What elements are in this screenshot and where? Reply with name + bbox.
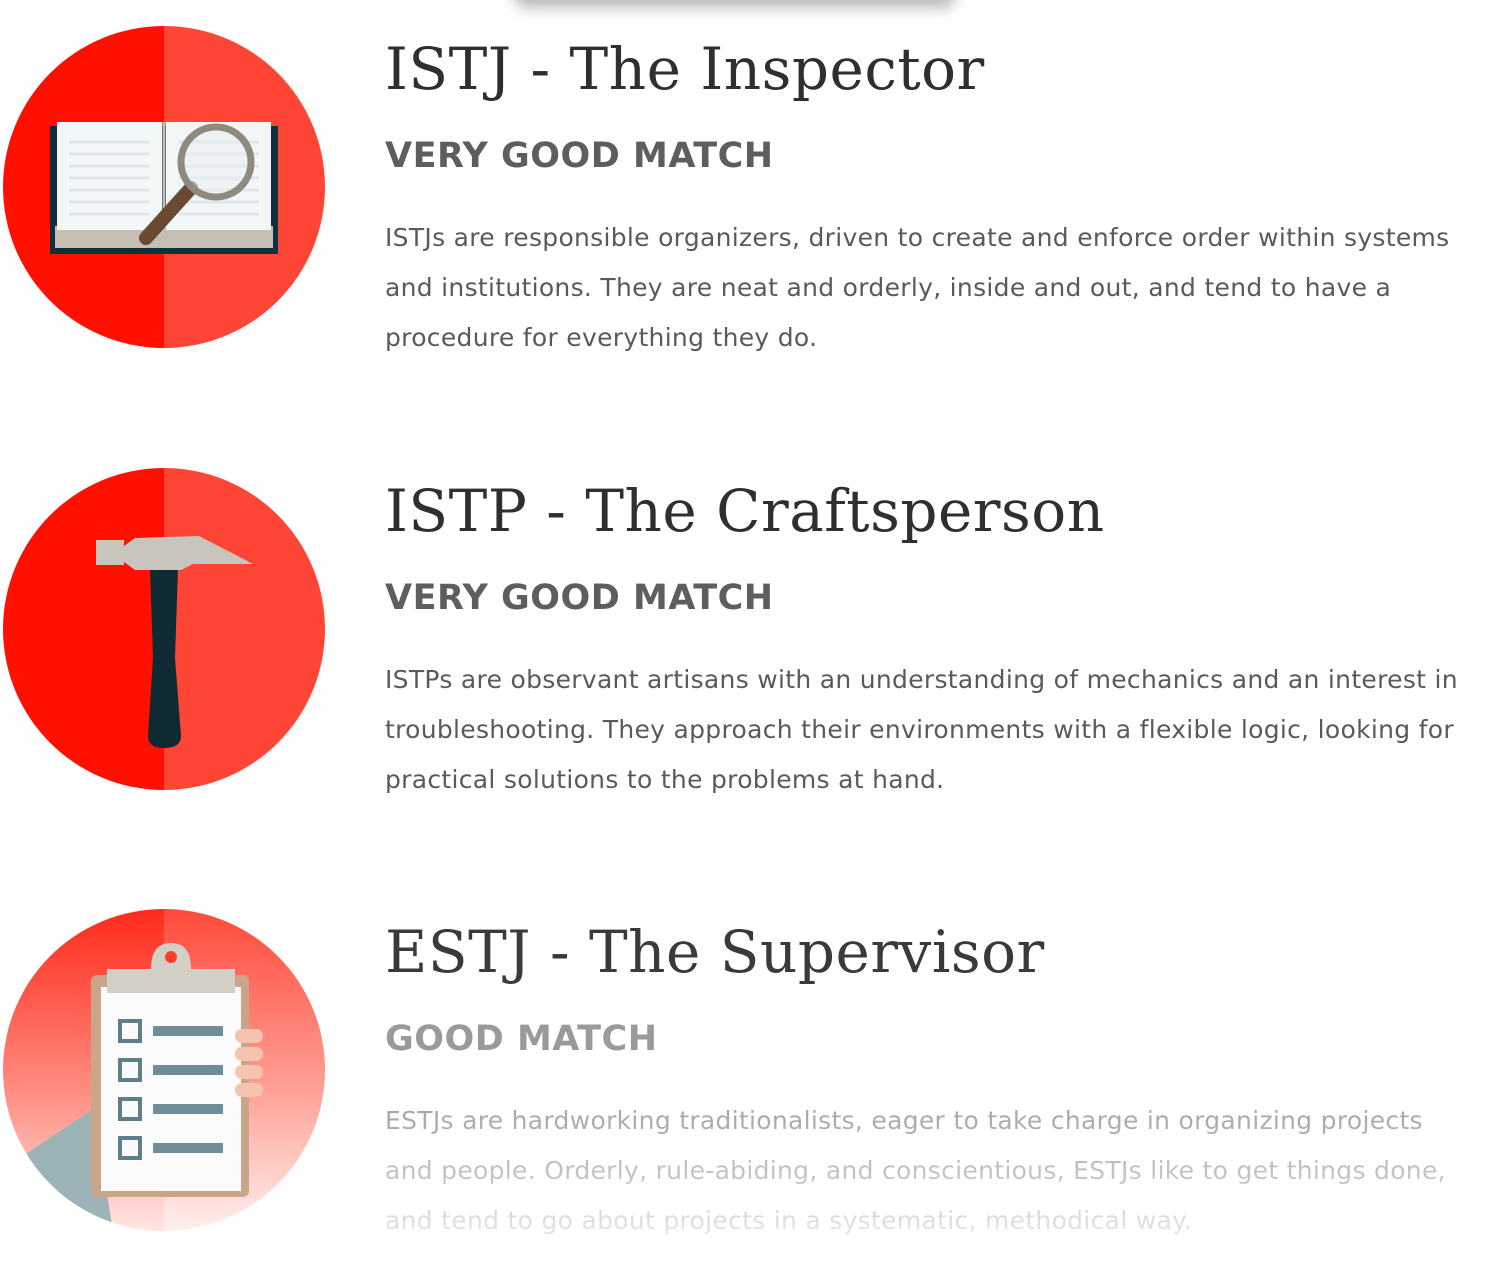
match-level: VERY GOOD MATCH	[385, 136, 774, 176]
personality-card-istj: ISTJ - The Inspector VERY GOOD MATCH IST…	[0, 26, 1504, 386]
personality-description: ISTJs are responsible organizers, driven…	[385, 223, 1450, 352]
hammer-icon	[3, 468, 325, 790]
personality-card-istp: ISTP - The Craftsperson VERY GOOD MATCH …	[0, 468, 1504, 828]
personality-description: ESTJs are hardworking traditionalists, e…	[385, 1096, 1475, 1246]
personality-title: ISTJ - The Inspector	[385, 35, 985, 103]
match-level: VERY GOOD MATCH	[385, 578, 774, 618]
book-magnifier-icon	[3, 26, 325, 348]
personality-card-estj: ESTJ - The Supervisor GOOD MATCH ESTJs a…	[0, 909, 1504, 1269]
clipboard-checklist-icon	[3, 909, 325, 1231]
personality-description: ISTPs are observant artisans with an und…	[385, 665, 1458, 794]
personality-title: ESTJ - The Supervisor	[385, 918, 1045, 986]
match-level: GOOD MATCH	[385, 1019, 658, 1059]
personality-title: ISTP - The Craftsperson	[385, 477, 1105, 545]
